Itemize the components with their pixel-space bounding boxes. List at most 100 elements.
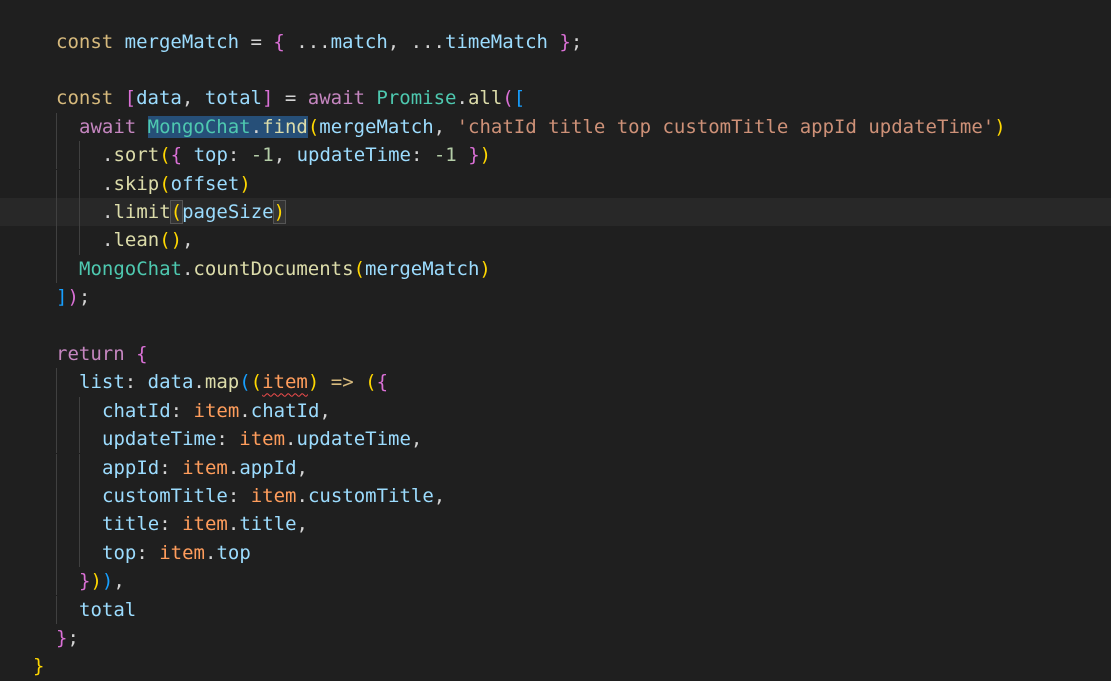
code-token: item: [159, 541, 205, 564]
code-token: timeMatch: [445, 30, 548, 53]
code-line-text: title: item.title,: [102, 510, 308, 538]
code-token: chatId: [250, 399, 320, 422]
code-token: (: [159, 229, 171, 252]
code-token: }: [56, 626, 68, 649]
code-line-text: .skip(offset): [102, 170, 251, 198]
code-token: ): [90, 570, 102, 593]
indent-guide: [56, 368, 57, 397]
code-token: ): [994, 115, 1006, 138]
code-token: offset: [170, 172, 240, 195]
indent-guide: [56, 567, 57, 596]
code-token: map: [204, 371, 240, 394]
code-editor[interactable]: const mergeMatch = { ...match, ...timeMa…: [0, 0, 1111, 681]
code-token: item: [239, 428, 286, 451]
code-token: (: [169, 199, 184, 224]
code-line[interactable]: chatId: item.chatId,: [0, 397, 1111, 425]
code-token: (: [353, 257, 366, 280]
code-token: ...: [284, 30, 331, 53]
code-token: ,: [410, 428, 423, 451]
indent-guide: [79, 141, 80, 170]
indent-guide: [79, 453, 80, 482]
code-line[interactable]: await MongoChat.find(mergeMatch, 'chatId…: [0, 113, 1111, 141]
code-line[interactable]: }: [0, 652, 1111, 680]
code-line[interactable]: list: data.map((item) => ({: [0, 368, 1111, 396]
code-token: :: [227, 144, 251, 167]
code-token: title: [239, 513, 297, 536]
code-line[interactable]: return {: [0, 340, 1111, 368]
code-token: mergeMatch: [365, 257, 480, 280]
code-line[interactable]: [0, 56, 1111, 84]
code-token: .: [102, 229, 114, 252]
code-line[interactable]: const mergeMatch = { ...match, ...timeMa…: [0, 28, 1111, 56]
code-token: {: [136, 342, 148, 365]
code-line[interactable]: total: [0, 596, 1111, 624]
code-token: appId: [102, 456, 160, 479]
code-line[interactable]: top: item.top: [0, 539, 1111, 567]
code-token: ,: [433, 484, 446, 507]
code-token: (: [365, 371, 377, 394]
indent-guide: [56, 453, 57, 482]
code-token: top: [193, 144, 228, 167]
code-line-text: };: [56, 624, 79, 652]
code-line[interactable]: [0, 312, 1111, 340]
code-line[interactable]: .skip(offset): [0, 170, 1111, 198]
code-token: ,: [296, 456, 308, 479]
code-line[interactable]: })),: [0, 567, 1111, 595]
code-token: [: [513, 87, 526, 110]
code-token: (: [159, 144, 171, 167]
code-line[interactable]: updateTime: item.updateTime,: [0, 425, 1111, 453]
code-token: }: [33, 655, 45, 678]
code-token: MongoChat: [79, 257, 182, 280]
code-token: (: [159, 172, 171, 195]
code-token: chatId: [102, 399, 171, 422]
code-token: return: [56, 342, 125, 365]
code-token: 'chatId title top customTitle appId upda…: [456, 115, 995, 138]
code-token: MongoChat: [147, 115, 251, 138]
code-line[interactable]: .sort({ top: -1, updateTime: -1 }): [0, 141, 1111, 169]
code-token: const: [56, 87, 114, 110]
code-line[interactable]: appId: item.appId,: [0, 454, 1111, 482]
code-token: total: [204, 87, 262, 110]
code-line[interactable]: MongoChat.countDocuments(mergeMatch): [0, 255, 1111, 283]
code-token: .: [285, 428, 297, 451]
code-line-text: })),: [79, 567, 125, 595]
code-line-text: .limit(pageSize): [102, 198, 287, 226]
code-line-text: customTitle: item.customTitle,: [102, 482, 445, 510]
code-token: ,: [433, 115, 457, 138]
code-token: .: [239, 399, 251, 422]
code-token: :: [136, 541, 160, 564]
code-token: ): [307, 371, 320, 394]
code-token: sort: [113, 144, 160, 167]
code-token: skip: [113, 172, 160, 195]
code-line[interactable]: ]);: [0, 283, 1111, 311]
code-token: pageSize: [182, 200, 274, 223]
code-line-text: list: data.map((item) => ({: [79, 368, 388, 396]
code-token: item: [182, 513, 228, 536]
indent-guide: [79, 425, 80, 454]
indent-guide: [56, 481, 57, 511]
code-token: top: [216, 541, 251, 564]
code-token: :: [159, 456, 183, 479]
code-token: .: [250, 115, 263, 138]
code-line-text: }: [33, 652, 44, 680]
code-line[interactable]: title: item.title,: [0, 510, 1111, 538]
code-token: item: [182, 456, 228, 479]
code-token: await: [79, 115, 137, 138]
code-token: -1: [433, 144, 457, 167]
code-token: =: [239, 30, 274, 53]
code-line-text: updateTime: item.updateTime,: [102, 425, 422, 453]
code-token: ;: [570, 30, 583, 53]
code-line-text: chatId: item.chatId,: [102, 397, 331, 425]
code-token: ): [479, 257, 491, 280]
code-line[interactable]: .lean(),: [0, 226, 1111, 254]
code-token: all: [467, 87, 503, 110]
code-line[interactable]: customTitle: item.customTitle,: [0, 482, 1111, 510]
code-line[interactable]: .limit(pageSize): [0, 197, 1111, 227]
code-token: item: [262, 371, 308, 394]
code-line[interactable]: };: [0, 624, 1111, 652]
code-line[interactable]: const [data, total] = await Promise.all(…: [0, 84, 1111, 112]
